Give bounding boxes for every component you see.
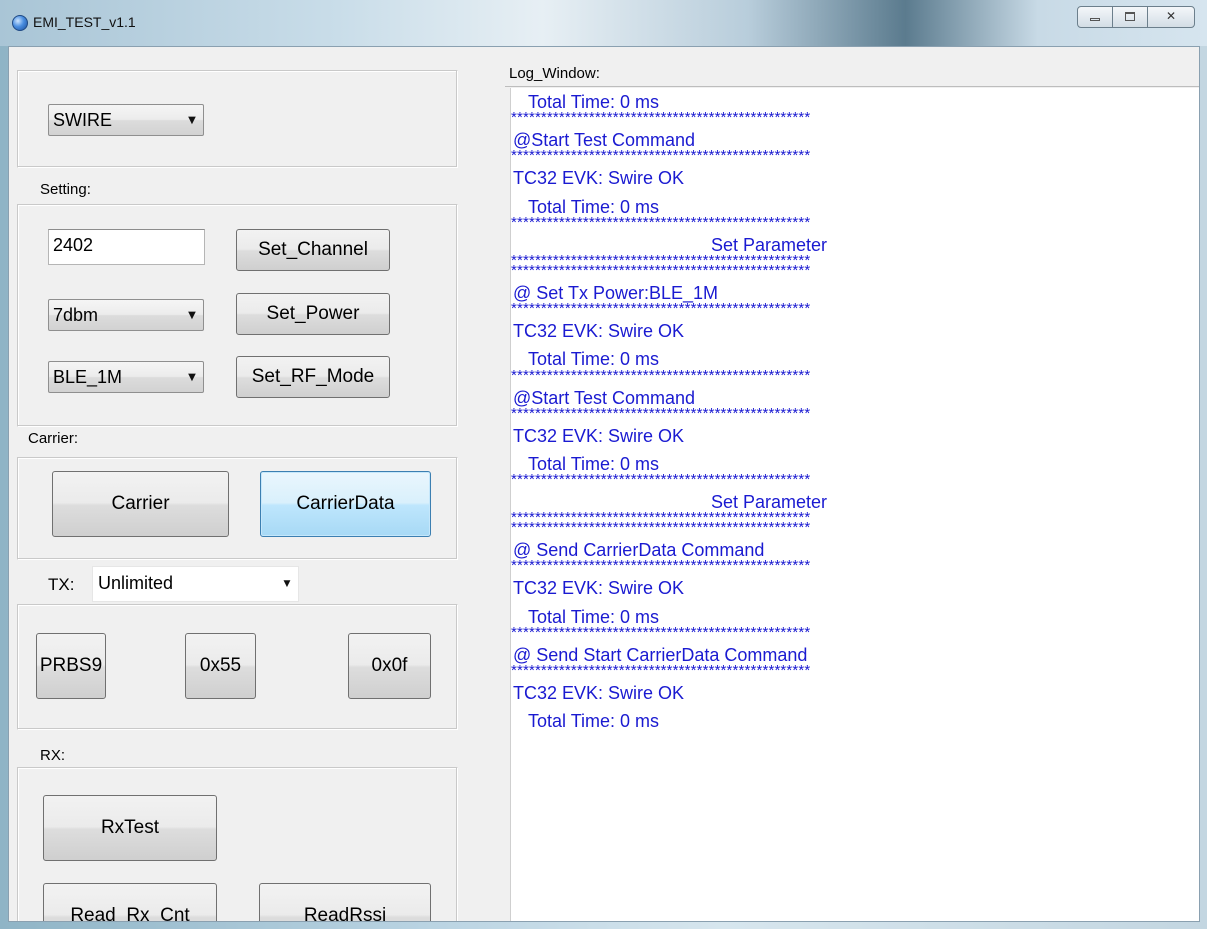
chevron-down-icon: ▼	[283, 579, 291, 589]
log-line: ****************************************…	[511, 404, 811, 422]
set-channel-button[interactable]: Set_Channel	[236, 229, 390, 271]
window-title: EMI_TEST_v1.1	[33, 14, 136, 30]
chevron-down-icon: ▼	[188, 114, 196, 126]
channel-input-value: 2402	[53, 235, 94, 255]
maximize-button[interactable]	[1112, 6, 1148, 28]
tx-mode-select[interactable]: Unlimited ▼	[92, 566, 299, 602]
prbs9-button[interactable]: PRBS9	[36, 633, 106, 699]
main-client-area: SWIRE ▼ Setting: 2402 Set_Channel 7dbm ▼…	[8, 46, 1200, 922]
rx-label: RX:	[40, 747, 66, 764]
interface-select[interactable]: SWIRE ▼	[48, 104, 204, 136]
log-line: ****************************************…	[511, 213, 811, 231]
maximize-icon	[1125, 12, 1135, 21]
setting-label: Setting:	[40, 181, 91, 198]
chevron-down-icon: ▼	[188, 371, 196, 383]
tx-mode-select-value: Unlimited	[98, 573, 174, 593]
log-line: ****************************************…	[511, 662, 811, 679]
log-line: TC32 EVK: Swire OK	[513, 683, 685, 703]
log-line: Total Time: 0 ms	[528, 711, 660, 732]
set-power-button[interactable]: Set_Power	[236, 293, 390, 335]
log-lines: Total Time: 0 ms ************************…	[511, 92, 1199, 739]
0x55-button[interactable]: 0x55	[185, 633, 256, 699]
log-line: TC32 EVK: Swire OK	[513, 578, 685, 599]
carrier-data-button[interactable]: CarrierData	[260, 471, 431, 537]
tx-label: TX:	[48, 575, 75, 594]
log-line: ****************************************…	[511, 147, 811, 165]
log-line: ****************************************…	[511, 471, 811, 489]
app-globe-icon	[12, 15, 28, 31]
log-line: ****************************************…	[511, 557, 811, 575]
rx-test-button[interactable]: RxTest	[43, 795, 217, 861]
rf-mode-select-value: BLE_1M	[53, 367, 123, 387]
power-select-value: 7dbm	[53, 305, 99, 325]
log-window-title: Log_Window:	[509, 65, 600, 82]
chevron-down-icon: ▼	[188, 309, 196, 321]
close-button[interactable]: ✕	[1147, 6, 1195, 28]
log-line: ****************************************…	[511, 366, 811, 384]
log-window[interactable]: Total Time: 0 ms ************************…	[510, 88, 1199, 921]
log-window-header: Log_Window:	[505, 57, 1199, 87]
log-line: ****************************************…	[511, 109, 811, 127]
log-line: TC32 EVK: Swire OK	[513, 425, 685, 446]
log-line: TC32 EVK: Swire OK	[513, 321, 685, 342]
channel-input[interactable]: 2402	[48, 229, 205, 265]
rf-mode-select[interactable]: BLE_1M ▼	[48, 361, 204, 393]
read-rx-cnt-button[interactable]: Read_Rx_Cnt	[43, 883, 217, 921]
close-icon: ✕	[1165, 9, 1177, 23]
carrier-button[interactable]: Carrier	[52, 471, 229, 537]
log-line: TC32 EVK: Swire OK	[513, 168, 685, 189]
interface-select-value: SWIRE	[53, 110, 113, 130]
minimize-icon	[1090, 18, 1100, 21]
title-bar[interactable]: EMI_TEST_v1.1 ✕	[0, 0, 1207, 46]
read-rssi-button[interactable]: ReadRssi	[259, 883, 431, 921]
log-line: ****************************************…	[511, 519, 811, 537]
power-select[interactable]: 7dbm ▼	[48, 299, 204, 331]
carrier-label: Carrier:	[28, 430, 79, 447]
0x0f-button[interactable]: 0x0f	[348, 633, 431, 699]
log-line: ****************************************…	[511, 623, 811, 641]
set-rf-mode-button[interactable]: Set_RF_Mode	[236, 356, 390, 398]
minimize-button[interactable]	[1077, 6, 1113, 28]
log-line: ****************************************…	[511, 261, 811, 279]
window-controls: ✕	[1077, 6, 1195, 28]
log-line: ****************************************…	[511, 300, 811, 318]
